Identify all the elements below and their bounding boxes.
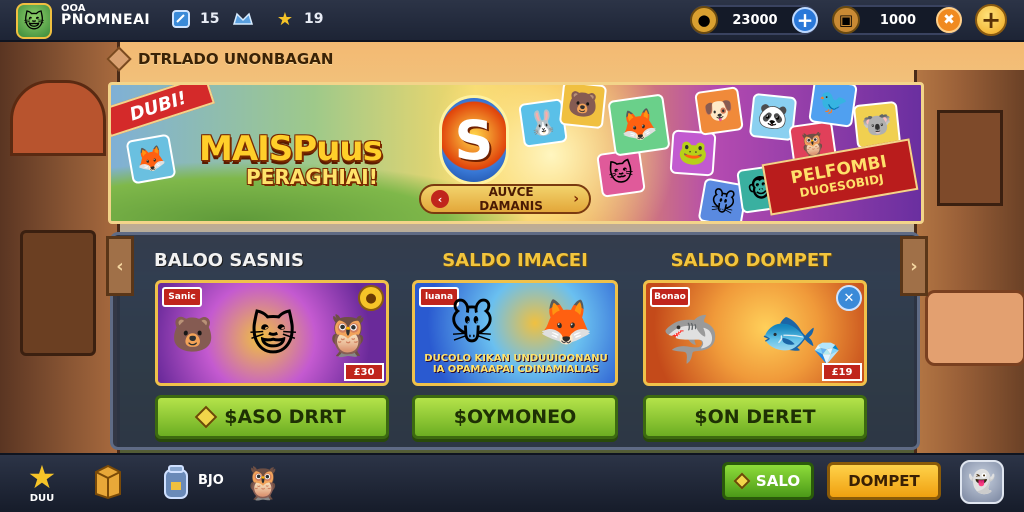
wallet-amount: £19 [822,363,862,381]
top-bar: 😺 OOA PNOMNEAI 15 ★ 19 ● 23000 + ▣ 1000 … [0,0,1024,42]
jar-icon [164,465,188,499]
bear-character-icon: 🐻 [171,315,215,355]
close-icon[interactable]: ✕ [836,285,862,311]
mascot-button[interactable]: 🦉 [240,460,286,506]
background-house-left [0,40,120,460]
wallet-tag: Sanic [162,287,202,307]
chevron-left-icon[interactable]: ‹ [106,236,134,296]
wallet-button-label: $ON DERET [694,406,816,428]
section-header: DTRLADO UNONBAGAN [106,46,334,72]
character-card-icon: 🐦 [808,85,858,128]
favorites-button[interactable]: ★ DUU [22,458,62,506]
owl-character-icon: 🦉 [323,312,373,359]
shop-button[interactable] [88,460,128,504]
bonus-button[interactable]: ✖ [936,7,962,33]
promo-corner-banner: PELFOMBI DUOESOBIDJ [761,138,919,216]
star-icon: ★ [276,8,294,30]
wallet-title: SALDO DOMPET [670,250,832,271]
wallet-card[interactable]: Bonao ✕ 🦈 🐟 💎 £19 [643,280,867,386]
wallet-button[interactable]: $OYMONEO [412,395,618,439]
gem-counter: ▣ 1000 ✖ [832,5,962,35]
background-house-right [914,70,1024,460]
chevron-right-icon: › [573,191,579,207]
character-card-icon: 🐶 [694,86,744,136]
dompet-button-label: DOMPET [848,472,920,490]
promo-title: MAISPuus [199,129,383,169]
shield-count: 15 [200,11,220,27]
character-card-icon: 🦊 [607,93,671,157]
character-card-icon: 🦊 [125,133,177,185]
player-avatar[interactable]: 😺 [16,3,52,39]
character-card-icon: 🐸 [669,129,717,177]
star-count: 19 [304,11,324,27]
salo-button-label: SALO [755,472,801,490]
wallet-amount: £30 [344,363,384,381]
cat-character-icon: 😺 [249,307,297,361]
coin-counter: ● 23000 + [690,5,818,35]
diamond-icon [733,472,751,490]
jar-button[interactable] [156,460,196,504]
salo-button[interactable]: SALO [722,462,814,500]
shield-icon [170,8,192,30]
wallet-card[interactable]: Sanic ● 🐻 😺 🦉 £30 [155,280,389,386]
gem-value: 1000 [879,12,917,28]
promo-action-button[interactable]: ‹ AUVCE DAMANIS › [419,184,591,214]
owl-mascot-icon: 🦉 [243,464,283,502]
wallet-button-label: $ASO DRRT [224,406,346,428]
promo-logo-icon: S [439,95,509,185]
diamond-icon [194,405,218,429]
wallet-caption: DUCOLO KIKAN UNDUUIOONANU IA OPAMAAPAI C… [424,353,608,375]
fox-character-icon: 🦊 [538,297,594,348]
chevron-left-icon: ‹ [431,190,449,208]
star-stat: ★ 19 [274,8,324,30]
coin-bag-icon: ● [690,6,718,34]
promo-subtitle: PERAGHIAI! [246,165,378,189]
star-icon: ★ [27,457,57,496]
goblin-face-icon: 😺 [23,9,45,33]
wallet-card[interactable]: luana 🐭 🦊 DUCOLO KIKAN UNDUUIOONANU IA O… [412,280,618,386]
add-coins-button[interactable]: + [792,7,818,33]
mouse-character-icon: 🐭 [449,298,495,350]
bottom-value: BJO [198,473,224,488]
chevron-right-icon[interactable]: › [900,236,928,296]
promo-banner[interactable]: DUBI! 🦊 MAISPuus PERAGHIAI! S ‹ AUVCE DA… [108,82,924,224]
character-card-icon: 🐻 [558,85,608,130]
profile-avatar[interactable]: 👻 [960,460,1004,504]
wallet-title: BALOO SASNIS [154,250,304,271]
ghost-avatar-icon: 👻 [968,469,996,495]
box-icon [95,464,121,500]
wallet-title: SALDO IMACEI [442,250,588,271]
wallet-button[interactable]: $ASO DRRT [155,395,389,439]
section-title: DTRLADO UNONBAGAN [138,50,334,68]
player-name: PNOMNEAI [61,12,151,28]
game-screen: 😺 OOA PNOMNEAI 15 ★ 19 ● 23000 + ▣ 1000 … [0,0,1024,512]
wallet-button[interactable]: $ON DERET [643,395,867,439]
promo-button-label: AUVCE DAMANIS [479,185,543,213]
chest-icon: ▣ [832,6,860,34]
add-currency-button[interactable]: + [975,4,1007,36]
coin-value: 23000 [732,12,778,28]
shield-stat: 15 [170,8,219,30]
back-arrow-icon[interactable] [106,46,132,72]
crown-stat [232,8,254,30]
crown-icon [232,8,254,30]
wallet-button-label: $OYMONEO [453,406,577,428]
favorites-label: DUU [29,492,55,504]
shark-character-icon: 🦈 [662,311,720,366]
dompet-button[interactable]: DOMPET [827,462,941,500]
